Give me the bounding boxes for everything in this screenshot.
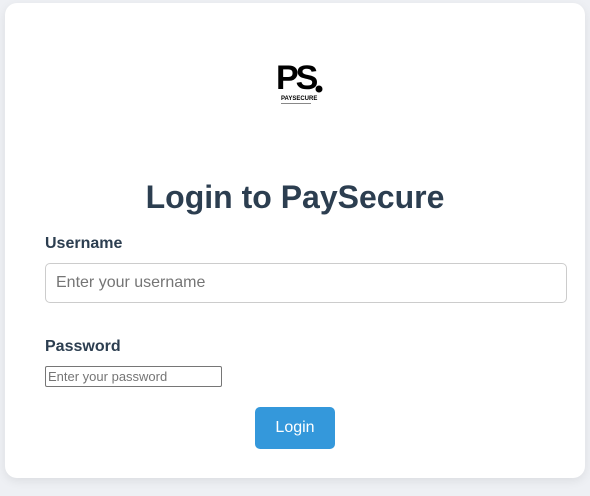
username-label: Username	[45, 235, 123, 252]
svg-text:PAYSECURE: PAYSECURE	[281, 96, 317, 102]
page-title: Login to PaySecure	[145, 179, 445, 215]
username-input[interactable]	[45, 263, 567, 303]
password-label: Password	[45, 338, 121, 355]
svg-text:PS: PS	[276, 59, 318, 97]
paysecure-logo: PS PAYSECURE	[276, 59, 323, 104]
login-card: PS PAYSECURE Login to PaySecure Username…	[5, 3, 585, 478]
password-input[interactable]	[45, 366, 222, 387]
login-button[interactable]: Login	[255, 407, 335, 449]
